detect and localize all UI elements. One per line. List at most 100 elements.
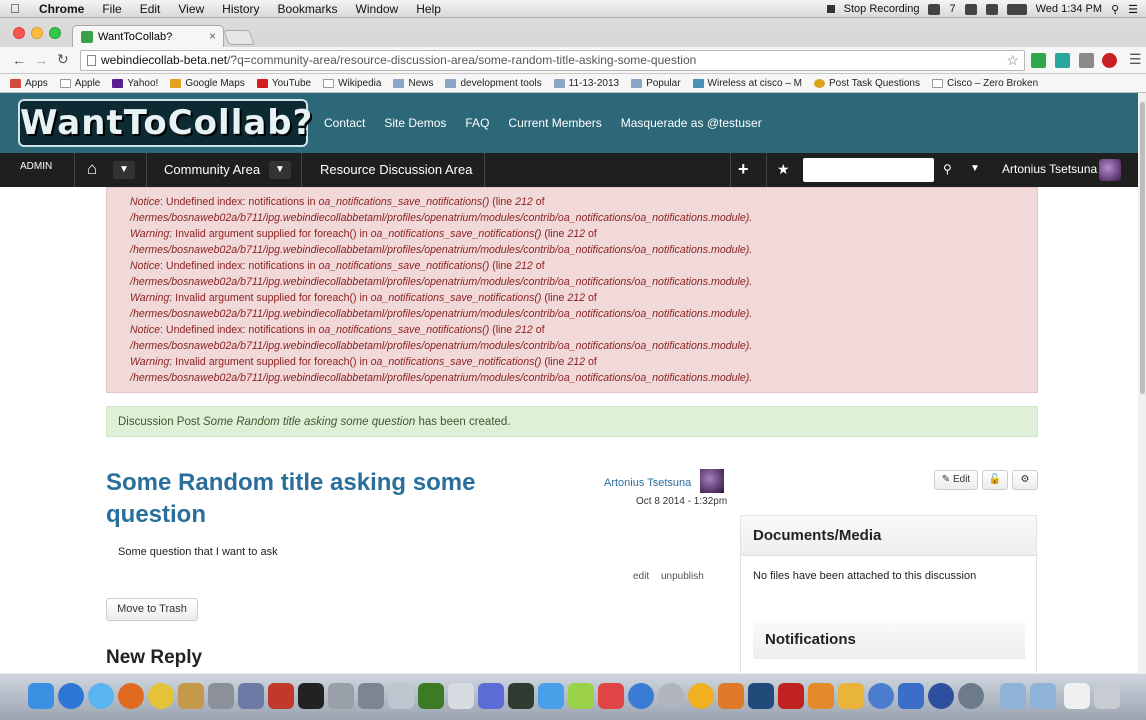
app-icon[interactable] xyxy=(628,683,654,709)
activity-monitor-icon[interactable] xyxy=(508,683,534,709)
app-icon[interactable] xyxy=(238,683,264,709)
battery-icon[interactable] xyxy=(1006,3,1027,15)
stop-recording-label[interactable]: Stop Recording xyxy=(844,3,920,15)
menu-help[interactable]: Help xyxy=(407,0,450,18)
app-icon[interactable] xyxy=(868,683,894,709)
bookmark-post-task-questions[interactable]: Post Task Questions xyxy=(814,78,920,89)
bookmark-apple[interactable]: Apple xyxy=(59,78,100,89)
bookmark-popular[interactable]: Popular xyxy=(631,78,681,89)
document-icon[interactable] xyxy=(1064,683,1090,709)
chrome-icon[interactable] xyxy=(148,683,174,709)
dreamweaver-icon[interactable] xyxy=(418,683,444,709)
app-icon[interactable] xyxy=(718,683,744,709)
app-icon[interactable] xyxy=(658,683,684,709)
stop-recording-icon[interactable] xyxy=(826,5,835,13)
zoom-window-icon[interactable] xyxy=(49,27,61,39)
unpublish-link[interactable]: unpublish xyxy=(661,571,704,582)
safari-icon[interactable] xyxy=(88,683,114,709)
search-options-chevron-down-icon[interactable]: ▼ xyxy=(970,163,980,174)
extension-gray-icon[interactable] xyxy=(1079,53,1094,68)
folder-icon[interactable] xyxy=(1030,683,1056,709)
bookmark-yahoo[interactable]: Yahoo! xyxy=(112,78,158,89)
app-icon[interactable] xyxy=(958,683,984,709)
extension-blue-icon[interactable] xyxy=(1055,53,1070,68)
add-plus-icon[interactable]: + xyxy=(738,159,749,180)
breadcrumb-resource-discussion-area[interactable]: Resource Discussion Area xyxy=(320,162,472,177)
tab-close-icon[interactable]: × xyxy=(209,29,216,43)
home-dropdown-chevron-down-icon[interactable]: ▼ xyxy=(113,161,135,179)
search-input[interactable] xyxy=(803,158,934,182)
app-icon[interactable] xyxy=(208,683,234,709)
menu-file[interactable]: File xyxy=(93,0,130,18)
app-icon[interactable] xyxy=(328,683,354,709)
adobe-badge[interactable]: 7 xyxy=(949,3,955,15)
app-icon[interactable] xyxy=(178,683,204,709)
menu-clock[interactable]: Wed 1:34 PM xyxy=(1036,3,1102,15)
menu-window[interactable]: Window xyxy=(347,0,408,18)
scrollbar-thumb[interactable] xyxy=(1140,102,1145,394)
app-icon[interactable] xyxy=(448,683,474,709)
user-menu-name[interactable]: Artonius Tsetsuna xyxy=(1002,162,1097,176)
chrome-menu-icon[interactable]: ☰ xyxy=(1129,51,1142,68)
wifi-icon[interactable] xyxy=(964,3,977,15)
site-logo[interactable]: WantToCollab? xyxy=(18,99,312,147)
app-icon[interactable] xyxy=(388,683,414,709)
menu-app-chrome[interactable]: Chrome xyxy=(30,0,93,18)
sublime-text-icon[interactable] xyxy=(808,683,834,709)
home-icon[interactable]: ⌂ xyxy=(87,159,97,179)
breadcrumb-community-area[interactable]: Community Area xyxy=(164,162,260,177)
bell-icon[interactable] xyxy=(928,3,941,15)
app-icon[interactable] xyxy=(898,683,924,709)
move-to-trash-button[interactable]: Move to Trash xyxy=(106,598,198,621)
bookmark-wireless-cisco[interactable]: Wireless at cisco – M xyxy=(692,78,802,89)
settings-button[interactable]: ⚙ xyxy=(1012,470,1038,490)
minimize-window-icon[interactable] xyxy=(31,27,43,39)
search-icon[interactable]: ⚲ xyxy=(943,162,952,176)
nav-site-demos[interactable]: Site Demos xyxy=(376,116,454,130)
bookmark-youtube[interactable]: YouTube xyxy=(256,78,311,89)
bookmark-google-maps[interactable]: Google Maps xyxy=(170,78,245,89)
bookmark-star-icon[interactable]: ☆ xyxy=(1006,51,1019,70)
author-link[interactable]: Artonius Tsetsuna xyxy=(604,477,691,489)
forward-icon[interactable]: → xyxy=(34,52,48,68)
filezilla-icon[interactable] xyxy=(778,683,804,709)
terminal-icon[interactable] xyxy=(298,683,324,709)
browser-tab[interactable]: WantToCollab? × xyxy=(72,25,224,47)
folder-icon[interactable] xyxy=(1000,683,1026,709)
menu-history[interactable]: History xyxy=(213,0,268,18)
app-icon[interactable] xyxy=(538,683,564,709)
finder-icon[interactable] xyxy=(28,683,54,709)
bookmark-cisco-zero-broken[interactable]: Cisco – Zero Broken xyxy=(932,78,1038,89)
notification-center-icon[interactable]: ☰ xyxy=(1128,3,1138,16)
extension-green-icon[interactable] xyxy=(1031,53,1046,68)
app-icon[interactable] xyxy=(928,683,954,709)
nav-current-members[interactable]: Current Members xyxy=(500,116,609,130)
nav-masquerade[interactable]: Masquerade as @testuser xyxy=(613,116,770,130)
bookmark-wikipedia[interactable]: Wikipedia xyxy=(323,78,381,89)
reload-icon[interactable]: ↻ xyxy=(57,51,69,68)
firefox-icon[interactable] xyxy=(118,683,144,709)
edit-link[interactable]: edit xyxy=(633,571,649,582)
bookmark-11-13-2013[interactable]: 11-13-2013 xyxy=(553,78,619,89)
back-icon[interactable]: ← xyxy=(12,52,26,68)
favorite-star-icon[interactable]: ★ xyxy=(777,161,790,178)
edit-button[interactable]: ✎ Edit xyxy=(934,470,978,490)
app-icon[interactable] xyxy=(838,683,864,709)
volume-icon[interactable] xyxy=(985,3,998,15)
community-dropdown-chevron-down-icon[interactable]: ▼ xyxy=(269,161,291,179)
new-tab-button[interactable] xyxy=(223,30,255,45)
bookmark-news[interactable]: News xyxy=(393,78,433,89)
app-store-icon[interactable] xyxy=(58,683,84,709)
author-avatar[interactable] xyxy=(700,469,724,493)
user-avatar[interactable] xyxy=(1099,159,1121,181)
app-icon[interactable] xyxy=(688,683,714,709)
menu-view[interactable]: View xyxy=(169,0,213,18)
nav-faq[interactable]: FAQ xyxy=(457,116,497,130)
spotlight-icon[interactable]: ⚲ xyxy=(1111,3,1119,16)
adblock-icon[interactable] xyxy=(1102,53,1117,68)
app-icon[interactable] xyxy=(568,683,594,709)
menu-edit[interactable]: Edit xyxy=(131,0,170,18)
app-icon[interactable] xyxy=(268,683,294,709)
apple-icon[interactable]:  xyxy=(0,1,30,16)
menu-bookmarks[interactable]: Bookmarks xyxy=(269,0,347,18)
